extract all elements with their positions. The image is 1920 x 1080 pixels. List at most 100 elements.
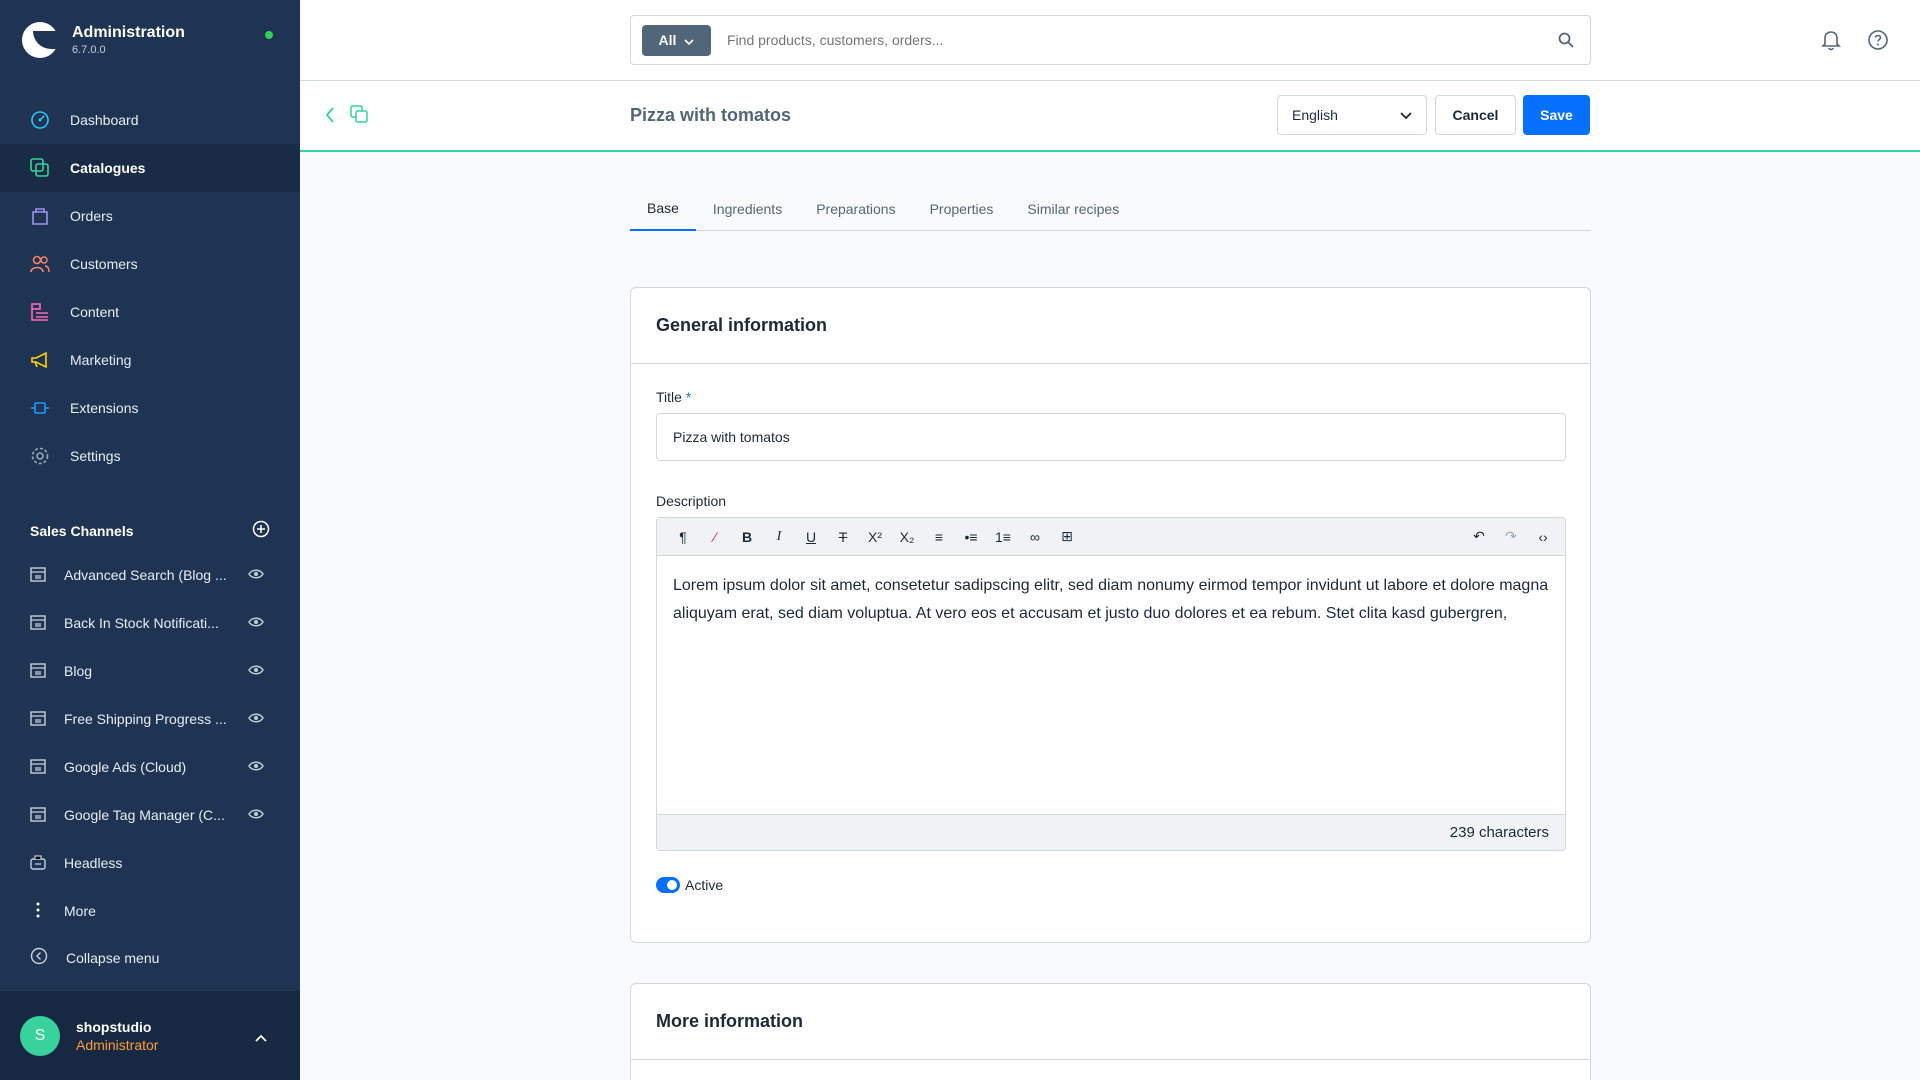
orders-icon <box>30 206 50 226</box>
nav-item-dashboard[interactable]: Dashboard <box>0 96 300 144</box>
link-icon[interactable]: ∞ <box>1019 522 1051 552</box>
table-icon[interactable]: ⊞ <box>1051 522 1083 552</box>
back-arrow-icon[interactable] <box>324 106 336 129</box>
ordered-list-icon[interactable]: 1≡ <box>987 522 1019 552</box>
title-input[interactable]: Pizza with tomatos <box>656 413 1566 461</box>
active-toggle-row: Active <box>656 877 723 893</box>
global-search: All <box>630 15 1591 65</box>
user-role: Administrator <box>76 1036 159 1053</box>
sales-channel-label: More <box>64 903 96 919</box>
eye-icon[interactable] <box>248 807 264 823</box>
unordered-list-icon[interactable]: •≡ <box>955 522 987 552</box>
sales-channel-label: Free Shipping Progress ... <box>64 711 227 727</box>
nav-item-content[interactable]: Content <box>0 288 300 336</box>
redo-icon[interactable]: ↷ <box>1495 522 1527 552</box>
duplicate-icon[interactable] <box>350 105 368 128</box>
chevron-down-icon <box>1400 107 1412 123</box>
page-title: Pizza with tomatos <box>630 105 792 125</box>
chevron-down-icon <box>684 32 695 48</box>
nav-item-extensions[interactable]: Extensions <box>0 384 300 432</box>
paragraph-format-icon[interactable]: ¶ <box>667 522 699 552</box>
sales-channel-item[interactable]: Back In Stock Notificati... <box>0 599 300 647</box>
clear-format-icon[interactable]: ⁄ <box>699 522 731 552</box>
more-vertical-icon <box>30 902 46 921</box>
nav-label: Settings <box>70 448 121 464</box>
sales-channel-item[interactable]: Google Ads (Cloud) <box>0 743 300 791</box>
code-view-icon[interactable]: ‹› <box>1527 522 1559 552</box>
nav-label: Dashboard <box>70 112 139 128</box>
description-label: Description <box>656 493 727 509</box>
eye-icon[interactable] <box>248 759 264 775</box>
help-icon[interactable] <box>1867 29 1889 56</box>
active-toggle[interactable] <box>656 877 680 893</box>
save-button[interactable]: Save <box>1523 95 1590 135</box>
collapse-icon <box>30 947 48 968</box>
search-input[interactable] <box>727 32 1527 48</box>
eye-icon[interactable] <box>248 567 264 583</box>
tab-properties[interactable]: Properties <box>913 192 1011 231</box>
nav-label: Orders <box>70 208 113 224</box>
italic-icon[interactable]: I <box>763 522 795 552</box>
collapse-label: Collapse menu <box>66 949 160 966</box>
nav-label: Content <box>70 304 120 320</box>
tab-base[interactable]: Base <box>630 192 696 231</box>
sales-channel-item[interactable]: Free Shipping Progress ... <box>0 695 300 743</box>
sales-channel-item[interactable]: Google Tag Manager (C... <box>0 791 300 839</box>
notifications-bell-icon[interactable] <box>1821 29 1841 56</box>
marketing-icon <box>30 350 50 370</box>
eye-icon[interactable] <box>248 711 264 727</box>
brand-title: Administration <box>72 24 185 41</box>
sales-channel-label: Headless <box>64 855 123 871</box>
language-value: English <box>1292 107 1338 123</box>
description-editor: ¶ ⁄ B I U T X² X₂ ≡ •≡ 1≡ ∞ ⊞ ↶ ↷ ‹› Lor… <box>656 517 1566 851</box>
catalogue-icon <box>30 158 50 178</box>
sales-channel-item[interactable]: Advanced Search (Blog ... <box>0 551 300 599</box>
nav-item-marketing[interactable]: Marketing <box>0 336 300 384</box>
tab-similar-recipes[interactable]: Similar recipes <box>1010 192 1136 231</box>
shopware-logo-icon <box>22 22 58 58</box>
user-menu[interactable]: S shopstudio Administrator <box>0 991 300 1080</box>
bold-icon[interactable]: B <box>731 522 763 552</box>
nav-item-catalogues[interactable]: Catalogues <box>0 144 300 192</box>
sales-channel-list: Advanced Search (Blog ... Back In Stock … <box>0 551 300 935</box>
nav-item-settings[interactable]: Settings <box>0 432 300 480</box>
nav-item-customers[interactable]: Customers <box>0 240 300 288</box>
storefront-icon <box>30 662 46 681</box>
smart-bar: Pizza with tomatos English Cancel Save <box>300 81 1920 152</box>
undo-icon[interactable]: ↶ <box>1463 522 1495 552</box>
sales-channel-item[interactable]: Headless <box>0 839 300 887</box>
dashboard-icon <box>30 110 50 130</box>
sales-channel-more[interactable]: More <box>0 887 300 935</box>
strikethrough-icon[interactable]: T <box>827 522 859 552</box>
character-count: 239 characters <box>1449 824 1549 841</box>
card-title: General information <box>631 288 1590 364</box>
language-select[interactable]: English <box>1277 95 1427 135</box>
search-icon[interactable] <box>1558 32 1574 53</box>
user-name: shopstudio <box>76 1018 152 1035</box>
app-root: Administration 6.7.0.0 Dashboard Catalog… <box>0 0 1920 1080</box>
superscript-icon[interactable]: X² <box>859 522 891 552</box>
sales-channel-item[interactable]: Blog <box>0 647 300 695</box>
online-status-dot <box>265 31 273 39</box>
storefront-icon <box>30 806 46 825</box>
eye-icon[interactable] <box>248 663 264 679</box>
storefront-icon <box>30 758 46 777</box>
tab-preparations[interactable]: Preparations <box>799 192 912 231</box>
chevron-up-icon[interactable] <box>255 1029 267 1047</box>
card-title: More information <box>631 984 1590 1060</box>
align-left-icon[interactable]: ≡ <box>923 522 955 552</box>
settings-icon <box>30 446 50 466</box>
collapse-menu-button[interactable]: Collapse menu <box>30 947 159 968</box>
tab-ingredients[interactable]: Ingredients <box>696 192 799 231</box>
nav-label: Marketing <box>70 352 132 368</box>
brand[interactable]: Administration 6.7.0.0 <box>22 22 185 58</box>
underline-icon[interactable]: U <box>795 522 827 552</box>
nav-item-orders[interactable]: Orders <box>0 192 300 240</box>
sales-channel-label: Google Ads (Cloud) <box>64 759 187 775</box>
cancel-button[interactable]: Cancel <box>1435 95 1516 135</box>
add-sales-channel-icon[interactable] <box>252 520 270 541</box>
description-text[interactable]: Lorem ipsum dolor sit amet, consetetur s… <box>657 556 1565 816</box>
search-type-filter[interactable]: All <box>642 24 711 56</box>
subscript-icon[interactable]: X₂ <box>891 522 923 552</box>
eye-icon[interactable] <box>248 615 264 631</box>
